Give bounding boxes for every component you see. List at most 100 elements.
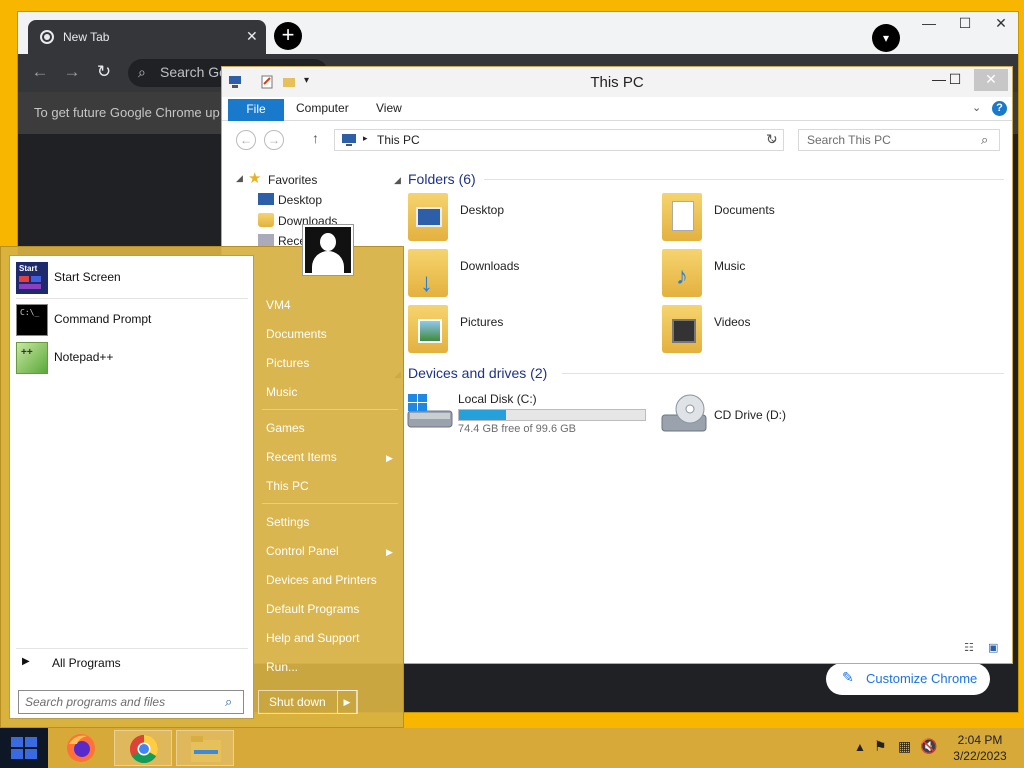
folder-label: Videos <box>714 315 751 329</box>
places-separator <box>262 409 398 410</box>
downloads-folder-icon <box>258 213 274 227</box>
up-icon[interactable]: ↑ <box>312 130 319 146</box>
user-avatar[interactable] <box>302 224 354 276</box>
address-row: ← → ↑ ▸ This PC ⌄ ↻ Search This PC ⌕ <box>222 125 1012 157</box>
ribbon-tab-computer[interactable]: Computer <box>296 101 349 115</box>
taskbar-file-explorer[interactable] <box>176 730 234 766</box>
place-control-panel[interactable]: Control Panel <box>266 544 339 558</box>
place-pictures[interactable]: Pictures <box>266 356 309 370</box>
place-default-programs[interactable]: Default Programs <box>266 602 359 616</box>
place-recent-items[interactable]: Recent Items <box>266 450 337 464</box>
expand-triangle-icon: ▶ <box>22 656 30 667</box>
this-pc-icon <box>342 134 356 146</box>
search-icon: ⌕ <box>981 132 989 147</box>
close-button[interactable]: ✕ <box>983 12 1019 34</box>
reload-icon[interactable]: ↻ <box>92 62 116 84</box>
address-text: This PC <box>377 133 420 147</box>
folder-downloads[interactable]: ↓ Downloads <box>408 249 648 301</box>
submenu-arrow-icon: ▶ <box>386 547 393 557</box>
devices-header[interactable]: Devices and drives (2) <box>408 365 547 381</box>
place-documents[interactable]: Documents <box>266 327 327 341</box>
infobar-text: To get future Google Chrome up <box>34 105 220 120</box>
system-clock[interactable]: 2:04 PM 3/22/2023 <box>940 732 1020 764</box>
place-run[interactable]: Run... <box>266 660 298 674</box>
start-search-input[interactable]: Search programs and files ⌕ <box>18 690 244 714</box>
back-icon[interactable]: ← <box>28 62 52 84</box>
all-programs-button[interactable]: ▶ All Programs <box>16 652 248 676</box>
search-icon: ⌕ <box>138 64 146 80</box>
program-label: Notepad++ <box>54 350 114 364</box>
tab-close-icon[interactable]: ✕ <box>246 28 258 45</box>
start-screen-icon: Start <box>16 262 48 294</box>
drive-cd-d[interactable]: CD Drive (D:) <box>660 391 860 439</box>
explorer-titlebar: ▾ This PC — ☐ ✕ <box>222 67 1012 97</box>
program-command-prompt[interactable]: C:\_ Command Prompt <box>14 302 250 338</box>
back-button[interactable]: ← <box>236 130 256 150</box>
search-input[interactable]: Search This PC ⌕ <box>798 129 1000 151</box>
forward-icon[interactable]: → <box>60 62 84 84</box>
address-bar[interactable]: ▸ This PC ⌄ <box>334 129 784 151</box>
shut-down-options-button[interactable]: ▶ <box>337 690 357 714</box>
show-hidden-icons-icon[interactable]: ▲ <box>854 740 866 754</box>
desktop-folder-icon <box>408 193 448 241</box>
place-music[interactable]: Music <box>266 385 297 399</box>
folder-label: Music <box>714 259 746 273</box>
maximize-button[interactable]: ☐ <box>947 12 983 34</box>
place-devices-and-printers[interactable]: Devices and Printers <box>266 573 377 587</box>
taskbar-firefox[interactable] <box>52 730 110 766</box>
folders-header[interactable]: Folders (6) <box>408 171 476 187</box>
places-separator <box>262 503 398 504</box>
refresh-icon[interactable]: ↻ <box>766 131 778 148</box>
large-icons-view-icon[interactable]: ▣ <box>988 641 998 654</box>
customize-chrome-button[interactable]: ✎ Customize Chrome <box>826 663 990 695</box>
help-icon[interactable]: ? <box>992 101 1007 116</box>
place-this-pc[interactable]: This PC <box>266 479 309 493</box>
programs-separator <box>16 298 248 299</box>
forward-button[interactable]: → <box>264 130 284 150</box>
folder-label: Documents <box>714 203 775 217</box>
nav-desktop[interactable]: Desktop <box>278 193 322 207</box>
nav-favorites[interactable]: Favorites <box>268 173 317 187</box>
place-settings[interactable]: Settings <box>266 515 309 529</box>
folder-music[interactable]: ♪ Music <box>662 249 902 301</box>
devices-divider <box>562 373 1004 374</box>
new-tab-button[interactable]: + <box>274 22 302 50</box>
place-help-and-support[interactable]: Help and Support <box>266 631 359 645</box>
drive-name: CD Drive (D:) <box>714 408 786 422</box>
folder-videos[interactable]: Videos <box>662 305 902 357</box>
downloads-folder-icon: ↓ <box>408 249 448 297</box>
folder-documents[interactable]: Documents <box>662 193 902 245</box>
action-center-flag-icon[interactable]: ⚑ <box>874 738 887 755</box>
breadcrumb-chevron-icon[interactable]: ▸ <box>363 133 368 144</box>
drive-local-disk-c[interactable]: Local Disk (C:) 74.4 GB free of 99.6 GB <box>406 391 646 439</box>
explorer-maximize-button[interactable]: ☐ <box>938 69 972 91</box>
program-notepad-plus-plus[interactable]: ++ Notepad++ <box>14 340 250 376</box>
place-games[interactable]: Games <box>266 421 305 435</box>
file-explorer-icon <box>191 736 221 762</box>
drive-free-space: 74.4 GB free of 99.6 GB <box>458 423 577 435</box>
explorer-title: This PC <box>590 74 644 91</box>
place-user-folder[interactable]: VM4 <box>266 298 291 312</box>
volume-muted-icon[interactable]: 🔇 <box>920 738 937 755</box>
videos-folder-icon <box>662 305 702 353</box>
folder-desktop[interactable]: Desktop <box>408 193 648 245</box>
expand-ribbon-icon[interactable]: ⌄ <box>972 101 981 114</box>
details-view-icon[interactable]: ☷ <box>964 641 974 654</box>
folders-collapse-icon[interactable]: ◢ <box>394 175 401 186</box>
drive-usage-bar <box>458 409 646 421</box>
program-start-screen[interactable]: Start Start Screen <box>14 260 250 296</box>
music-folder-icon: ♪ <box>662 249 702 297</box>
folder-pictures[interactable]: Pictures <box>408 305 648 357</box>
ribbon-tab-view[interactable]: View <box>376 101 402 115</box>
tab-search-button[interactable]: ▾ <box>872 24 900 52</box>
ribbon-tab-file[interactable]: File <box>228 99 284 121</box>
chrome-tab-new-tab[interactable]: New Tab ✕ <box>28 20 266 54</box>
collapse-arrow-icon[interactable]: ◢ <box>236 173 243 184</box>
taskbar-chrome[interactable] <box>114 730 172 766</box>
command-prompt-icon: C:\_ <box>16 304 48 336</box>
windows-logo-icon <box>11 737 37 759</box>
start-button[interactable] <box>0 728 48 768</box>
network-icon[interactable]: ▦ <box>898 738 911 755</box>
minimize-button[interactable]: — <box>911 12 947 34</box>
explorer-close-button[interactable]: ✕ <box>974 69 1008 91</box>
